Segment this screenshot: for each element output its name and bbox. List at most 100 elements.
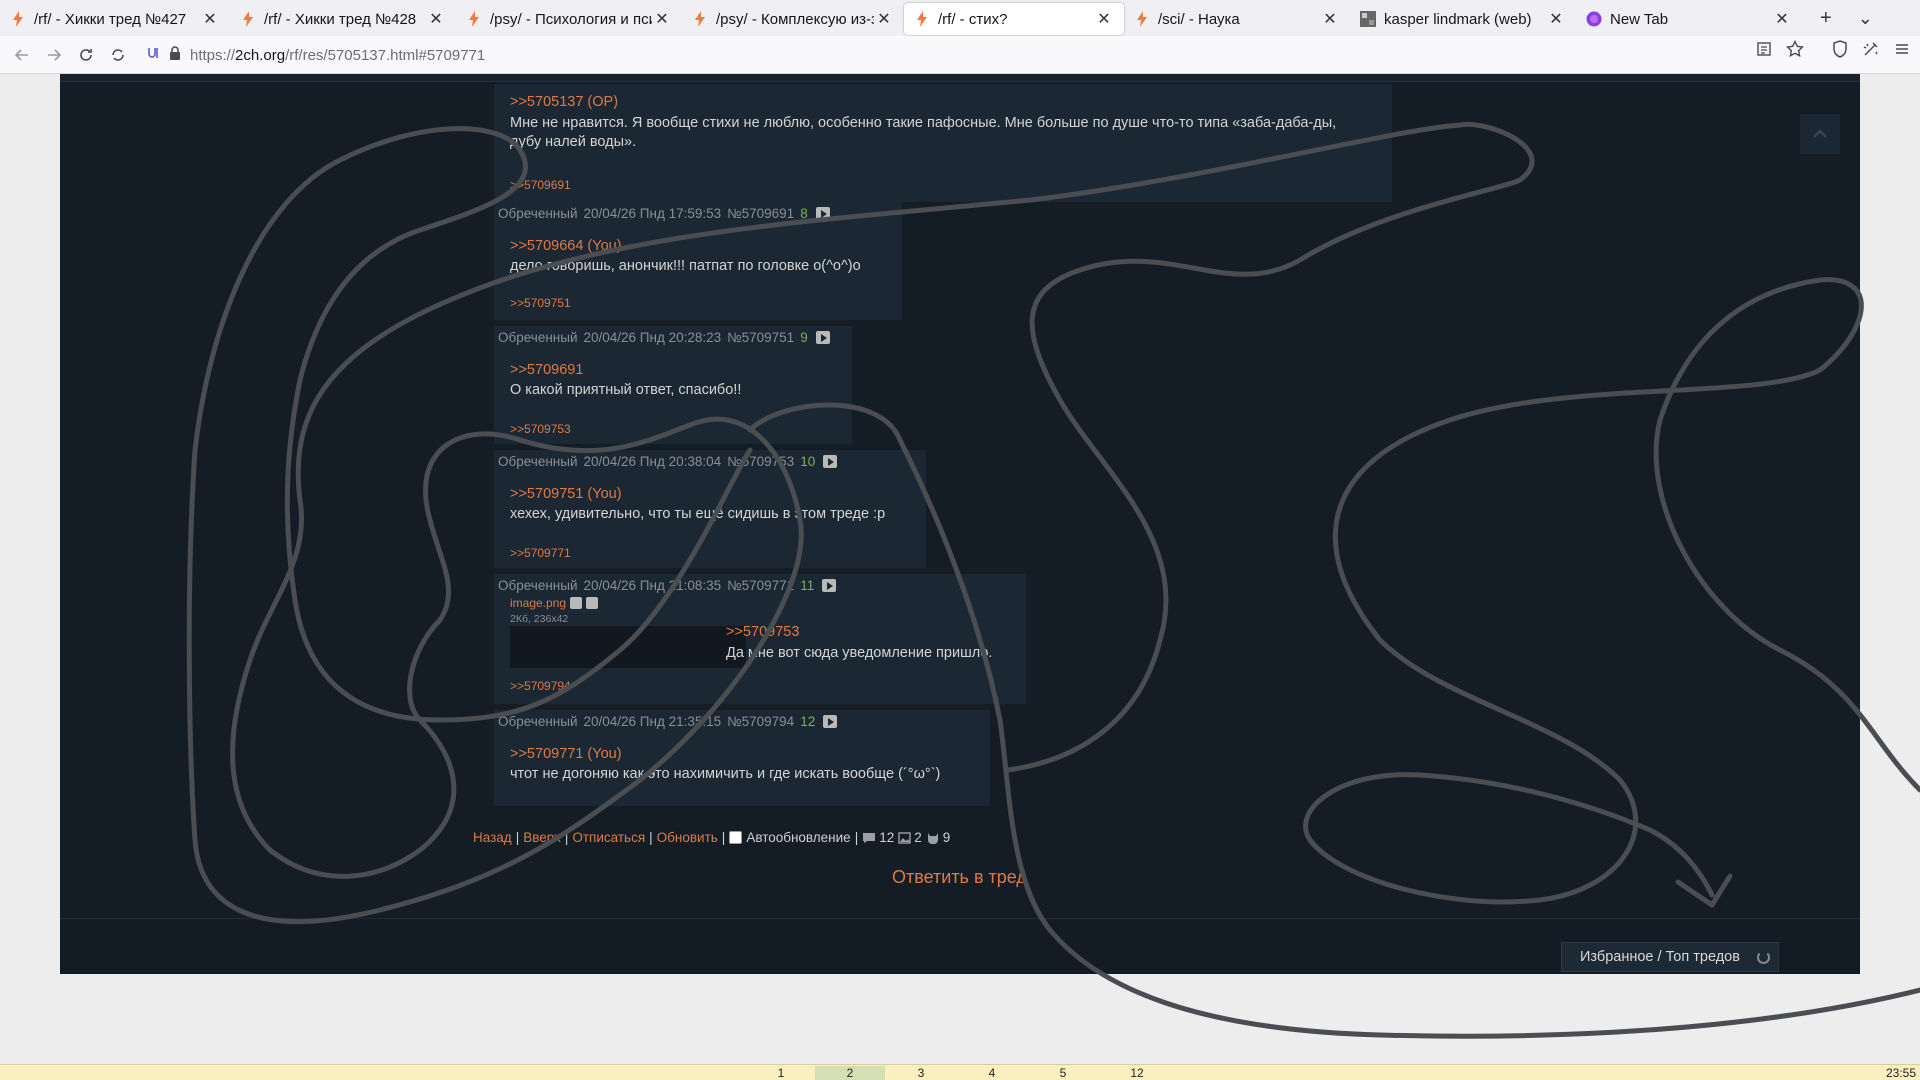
workspace-3[interactable]: 3 [886,1066,956,1080]
up-link[interactable]: Вверх [523,830,561,845]
tab-title: /sci/ - Наука [1158,10,1240,28]
post-number[interactable]: №5709751 [727,330,794,345]
workspace-5[interactable]: 5 [1028,1066,1098,1080]
post-number[interactable]: №5709691 [727,206,794,221]
tab-new-tab[interactable]: New Tab ✕ [1576,3,1802,35]
reply-to-link[interactable]: >>5709771 (You) [510,746,622,762]
url-path: /rf/res/5705137.html#5709771 [285,46,486,64]
address-bar[interactable]: https://2ch.org/rf/res/5705137.html#5709… [146,41,1792,69]
tab-kasper-lindmark[interactable]: kasper lindmark (web) ✕ [1350,3,1576,35]
reply-to-link[interactable]: >>5705137 (OP) [510,94,618,110]
close-icon[interactable]: ✕ [1320,9,1340,29]
bolt-icon [10,11,26,27]
close-icon[interactable]: ✕ [652,9,672,29]
new-tab-button[interactable]: + [1820,7,1832,30]
reload-button[interactable] [70,40,102,70]
post-menu-icon[interactable] [815,331,830,344]
file-name-link[interactable]: image.png [510,596,566,610]
post-number[interactable]: №5709753 [727,454,794,469]
back-button[interactable] [6,40,38,70]
download-icon[interactable] [586,597,599,609]
tab-title: /psy/ - Психология и псих [490,10,652,28]
reader-view-icon[interactable] [1756,41,1772,62]
post-date: 20/04/26 Пнд 20:38:04 [583,454,722,469]
shield-icon[interactable] [1832,40,1848,63]
tab-rf-hikki-427[interactable]: /rf/ - Хикки тред №427 ✕ [0,3,230,35]
extensions-icon[interactable] [1862,40,1880,63]
backlink[interactable]: >>5709794 [510,679,571,693]
forward-button[interactable] [38,40,70,70]
image-icon [898,831,911,844]
sync-button[interactable] [102,40,134,70]
files-count: 2 [914,830,922,845]
thread-page: >>5705137 (OP) Мне не нравится. Я вообще… [60,74,1860,974]
lock-icon[interactable] [168,45,182,65]
close-icon[interactable]: ✕ [426,9,446,29]
tab-psy-complex[interactable]: /psy/ - Комплексую из-за ✕ [682,3,904,35]
favorites-top-threads-button[interactable]: Избранное / Топ тредов [1561,942,1779,972]
post-menu-icon[interactable] [822,579,837,592]
close-icon[interactable]: ✕ [1546,9,1566,29]
bolt-icon [914,11,930,27]
menu-icon[interactable] [1894,41,1910,62]
permissions-icon[interactable] [146,45,162,65]
post-number[interactable]: №5709794 [727,714,794,729]
post-number[interactable]: №5709771 [727,578,794,593]
poster-name: Обреченный [498,330,578,345]
reply-to-link[interactable]: >>5709691 [510,362,583,378]
tab-psy-psychology[interactable]: /psy/ - Психология и псих ✕ [456,3,682,35]
post-counter: 9 [800,330,808,345]
thread-bottom-links: Назад | Вверх | Отписаться | Обновить | … [473,830,951,845]
unsubscribe-link[interactable]: Отписаться [572,830,645,845]
backlink[interactable]: >>5709753 [510,422,571,436]
posters-count: 9 [942,830,951,845]
workspace-2[interactable]: 2 [815,1066,885,1080]
tab-title: /rf/ - стих? [938,10,1008,28]
reply-to-link[interactable]: >>5709753 [726,624,799,640]
posts-stat: 12 [862,830,894,845]
post-menu-icon[interactable] [823,455,838,468]
image-thumbnail[interactable] [510,626,746,668]
back-link[interactable]: Назад [473,830,512,845]
backlink[interactable]: >>5709771 [510,546,571,560]
tab-rf-hikki-428[interactable]: /rf/ - Хикки тред №428 ✕ [230,3,456,35]
scroll-top-button[interactable] [1800,114,1840,154]
close-icon[interactable]: ✕ [1094,9,1114,29]
tab-title: New Tab [1610,10,1669,28]
autoupdate-checkbox[interactable] [729,831,743,844]
refresh-link[interactable]: Обновить [657,830,718,845]
backlink[interactable]: >>5709691 [510,178,571,192]
close-icon[interactable]: ✕ [200,9,220,29]
navigation-toolbar: https://2ch.org/rf/res/5705137.html#5709… [0,36,1920,74]
tab-sci-science[interactable]: /sci/ - Наука ✕ [1124,3,1350,35]
post-counter: 10 [800,454,816,469]
poster-name: Обреченный [498,454,578,469]
post-date: 20/04/26 Пнд 21:35:15 [583,714,722,729]
close-icon[interactable]: ✕ [1772,9,1792,29]
tab-title: /psy/ - Комплексую из-за [716,10,874,28]
reply-to-link[interactable]: >>5709751 (You) [510,486,622,502]
tab-rf-poem[interactable]: /rf/ - стих? ✕ [904,3,1124,35]
workspace-4[interactable]: 4 [957,1066,1027,1080]
reply-to-link[interactable]: >>5709664 (You) [510,238,622,254]
workspace-1[interactable]: 1 [746,1066,816,1080]
backlink[interactable]: >>5709751 [510,296,571,310]
search-image-icon[interactable] [570,597,583,609]
bolt-icon [240,11,256,27]
autoupdate-label: Автообновление [746,830,851,845]
tab-title: kasper lindmark (web) [1384,10,1532,28]
post-date: 20/04/26 Пнд 17:59:53 [583,206,722,221]
comment-icon [863,832,876,843]
refresh-spinner-icon [1757,951,1770,964]
post-menu-icon[interactable] [815,207,830,220]
reply-to-thread-button[interactable]: Ответить в тред [892,867,1027,888]
workspace-12[interactable]: 12 [1102,1066,1172,1080]
close-icon[interactable]: ✕ [874,9,894,29]
post-5709751: Обреченный 20/04/26 Пнд 20:28:23 №570975… [494,326,852,444]
bookmark-star-icon[interactable] [1785,39,1805,63]
tab-title: /rf/ - Хикки тред №427 [34,10,187,28]
poster-name: Обреченный [498,714,578,729]
post-menu-icon[interactable] [823,715,838,728]
post-header: Обреченный 20/04/26 Пнд 21:35:15 №570979… [498,714,838,729]
list-all-tabs-button[interactable]: ⌄ [1858,8,1873,29]
